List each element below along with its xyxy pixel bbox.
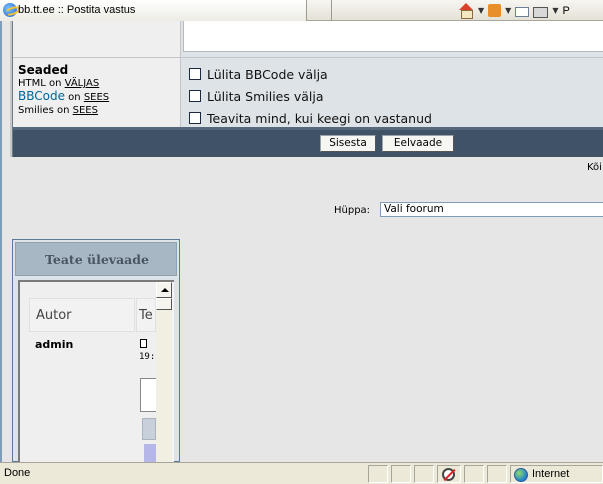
- tab-title: bb.tt.ee :: Postita vastus: [18, 4, 136, 16]
- settings-row: Seaded HTML on VÄLJAS BBCode on SEES Smi…: [13, 57, 603, 128]
- message-row: [13, 21, 603, 57]
- post-icon: [140, 339, 147, 348]
- smilies-status-value: SEES: [72, 105, 98, 116]
- page-menu[interactable]: P: [562, 5, 569, 17]
- ie-favicon-icon: [3, 3, 17, 17]
- privacy-icon[interactable]: [442, 468, 455, 481]
- bbcode-status-prefix: on: [64, 92, 84, 103]
- status-bar: Done Internet: [0, 462, 603, 484]
- zone-label: Internet: [532, 468, 570, 480]
- topic-review-header: Teate ülevaade: [15, 242, 177, 276]
- status-cell: [414, 465, 434, 483]
- status-text: Done: [4, 467, 31, 479]
- column-author: Autor: [29, 298, 135, 332]
- column-topic: Te: [136, 298, 156, 332]
- option-disable-bbcode[interactable]: Lülita BBCode välja: [189, 63, 603, 85]
- form-button-bar: Sisesta Eelvaade: [13, 127, 603, 157]
- command-bar: ▼ ▼ ▼ P: [458, 2, 570, 19]
- security-zone[interactable]: Internet: [510, 465, 603, 483]
- bbcode-status-value: SEES: [83, 92, 110, 103]
- review-table-header: Autor Te: [29, 298, 156, 332]
- post-quote-bar: [142, 418, 156, 440]
- option-label: Lülita BBCode välja: [207, 66, 328, 82]
- smilies-status: Smilies on SEES: [18, 104, 175, 117]
- option-notify-reply[interactable]: Teavita mind, kui keegi on vastanud: [189, 107, 603, 129]
- option-label: Lülita Smilies välja: [207, 88, 324, 104]
- message-textarea[interactable]: [183, 21, 603, 52]
- preview-button[interactable]: Eelvaade: [382, 135, 454, 152]
- settings-options: Lülita BBCode välja Lülita Smilies välja…: [189, 63, 603, 126]
- status-cell: [464, 465, 484, 483]
- print-icon[interactable]: [533, 6, 549, 18]
- scrollbar-thumb[interactable]: [156, 298, 172, 310]
- browser-toolbar: bb.tt.ee :: Postita vastus ▼ ▼ ▼ P: [0, 0, 603, 21]
- new-tab-button[interactable]: [308, 0, 332, 21]
- topic-review-body: Autor Te admin 19:: [20, 282, 156, 462]
- review-scrollbar[interactable]: [156, 282, 172, 462]
- home-dropdown-icon[interactable]: ▼: [478, 6, 484, 15]
- post-author: admin: [35, 338, 74, 351]
- browser-tab[interactable]: bb.tt.ee :: Postita vastus: [0, 0, 307, 21]
- forum-jump-select[interactable]: Vali foorum: [380, 202, 603, 217]
- submit-button[interactable]: Sisesta: [320, 135, 376, 152]
- message-label-cell: [13, 21, 181, 57]
- jump-label: Hüppa:: [334, 205, 371, 216]
- status-cell: [368, 465, 388, 483]
- print-dropdown-icon[interactable]: ▼: [552, 6, 558, 15]
- bbcode-link[interactable]: BBCode: [18, 89, 65, 103]
- bbcode-status: BBCode on SEES: [18, 90, 175, 104]
- settings-title: Seaded: [18, 63, 69, 77]
- scroll-up-arrow-icon[interactable]: [156, 282, 172, 298]
- topic-review-title: Teate ülevaade: [45, 252, 149, 267]
- status-cell: [487, 465, 507, 483]
- smilies-status-prefix: Smilies on: [18, 105, 73, 116]
- topic-review-frame: Autor Te admin 19:: [18, 280, 174, 462]
- privacy-cell[interactable]: [437, 465, 461, 483]
- option-label: Teavita mind, kui keegi on vastanud: [207, 110, 432, 126]
- home-icon[interactable]: [458, 3, 474, 19]
- feeds-dropdown-icon[interactable]: ▼: [505, 6, 511, 15]
- html-status-prefix: HTML on: [18, 78, 65, 89]
- feeds-icon[interactable]: [488, 4, 502, 17]
- option-disable-smilies[interactable]: Lülita Smilies välja: [189, 85, 603, 107]
- post-body-box: [140, 378, 156, 412]
- post-time: 19:: [139, 352, 156, 362]
- disable-bbcode-checkbox[interactable]: [189, 68, 201, 80]
- globe-icon: [514, 468, 528, 482]
- post-footer-bar: [144, 444, 156, 462]
- html-status-value: VÄLJAS: [64, 78, 100, 89]
- disable-smilies-checkbox[interactable]: [189, 90, 201, 102]
- settings-info: Seaded HTML on VÄLJAS BBCode on SEES Smi…: [13, 58, 181, 128]
- page-content: Seaded HTML on VÄLJAS BBCode on SEES Smi…: [0, 21, 603, 462]
- post-form: Seaded HTML on VÄLJAS BBCode on SEES Smi…: [12, 21, 603, 157]
- mail-icon[interactable]: [515, 7, 530, 17]
- timezone-note: Kõi: [587, 162, 602, 173]
- topic-review-panel: Teate ülevaade Autor Te admin 19:: [12, 239, 180, 462]
- notify-reply-checkbox[interactable]: [189, 112, 201, 124]
- status-cell: [391, 465, 411, 483]
